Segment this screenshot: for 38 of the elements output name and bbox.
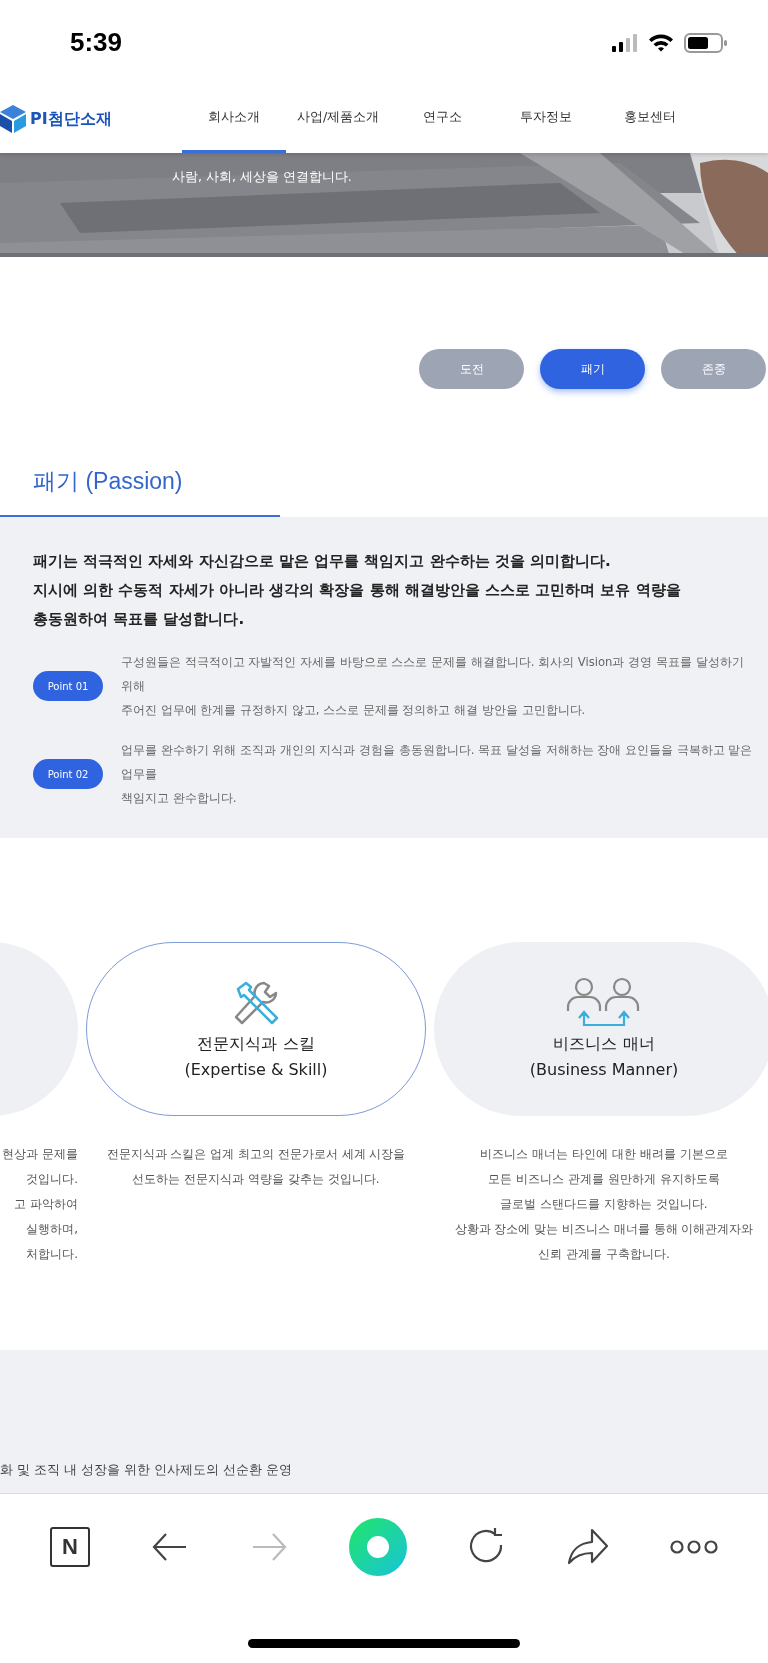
battery-icon <box>684 32 728 53</box>
section-text: 화 및 조직 내 성장을 위한 인사제도의 선순환 운영 <box>0 1462 292 1479</box>
nav-tab[interactable]: 투자정보 <box>494 85 598 153</box>
logo-icon <box>0 105 26 133</box>
card-description: 비즈니스 매너는 타인에 대한 배려를 기본으로 <box>480 1146 728 1163</box>
card-description: 상황과 장소에 맞는 비즈니스 매너를 통해 이해관계자와 <box>454 1221 754 1238</box>
card-description: 실행하며, <box>26 1221 78 1238</box>
point-text: 구성원들은 적극적이고 자발적인 자세를 바탕으로 스스로 문제를 해결합니다. 회사의 Vision과 경영 목표를 달성하기 위해 주어진 업무에 한계를 규정하지 않고, 스스로 문제를 정의하고 해결 방안을 고민합니다. <box>121 654 744 719</box>
card-description: 것입니다. <box>26 1171 78 1188</box>
value-tab[interactable]: 패기 <box>540 349 645 389</box>
card-description: 모든 비즈니스 관계를 원만하게 유지하도록 <box>488 1171 720 1188</box>
card-title: 전문지식과 스킬 <box>197 1033 315 1055</box>
point-badge: Point 01 <box>33 671 103 701</box>
nav-tab[interactable]: 홍보센터 <box>598 85 702 153</box>
nav-tab[interactable]: 사업/제품소개 <box>286 85 390 153</box>
logo-text[interactable]: PI첨단소재 <box>30 108 112 130</box>
more-icon[interactable] <box>670 1537 719 1556</box>
point-text: 업무를 완수하기 위해 조직과 개인의 지식과 경험을 총동원합니다. 목표 달성을 저해하는 장애 요인들을 극복하고 맡은 업무를 책임지고 완수합니다. <box>121 742 753 807</box>
card-description: 고 파악하여 <box>14 1196 78 1213</box>
status-time: 5:39 <box>70 27 123 58</box>
intro-text: 패기는 적극적인 자세와 자신감으로 맡은 업무를 책임지고 완수하는 것을 의미합니다. 지시에 의한 수동적 자세가 아니라 생각의 확장을 통해 해결방안을 스스로 고민하며 보유 역량을 총동원하여 목표를 달성합니다. <box>33 551 682 630</box>
card-description: 신뢰 관계를 구축합니다. <box>538 1246 670 1263</box>
section-title: 패기 (Passion) <box>33 467 183 496</box>
wifi-icon <box>648 33 674 52</box>
card-description: 전문지식과 스킬은 업계 최고의 전문가로서 세계 시장을 <box>106 1146 406 1163</box>
card-description: 처합니다. <box>26 1246 78 1263</box>
card-subtitle: (Expertise & Skill) <box>184 1059 328 1081</box>
card-title: 비즈니스 매너 <box>553 1033 655 1055</box>
card-description: 글로벌 스탠다드를 지향하는 것입니다. <box>500 1196 708 1213</box>
card-subtitle: (Business Manner) <box>529 1059 679 1081</box>
card-description: 현상과 문제를 <box>2 1146 78 1163</box>
card-description: 선도하는 전문지식과 역량을 갖추는 것입니다. <box>132 1171 380 1188</box>
home-button[interactable]: N <box>49 1526 90 1567</box>
share-icon[interactable] <box>566 1526 611 1567</box>
nav-tab[interactable]: 연구소 <box>390 85 494 153</box>
signal-icon <box>612 33 638 52</box>
hero-caption: 사람, 사회, 세상을 연결합니다. <box>172 169 352 186</box>
point-badge: Point 02 <box>33 759 103 789</box>
